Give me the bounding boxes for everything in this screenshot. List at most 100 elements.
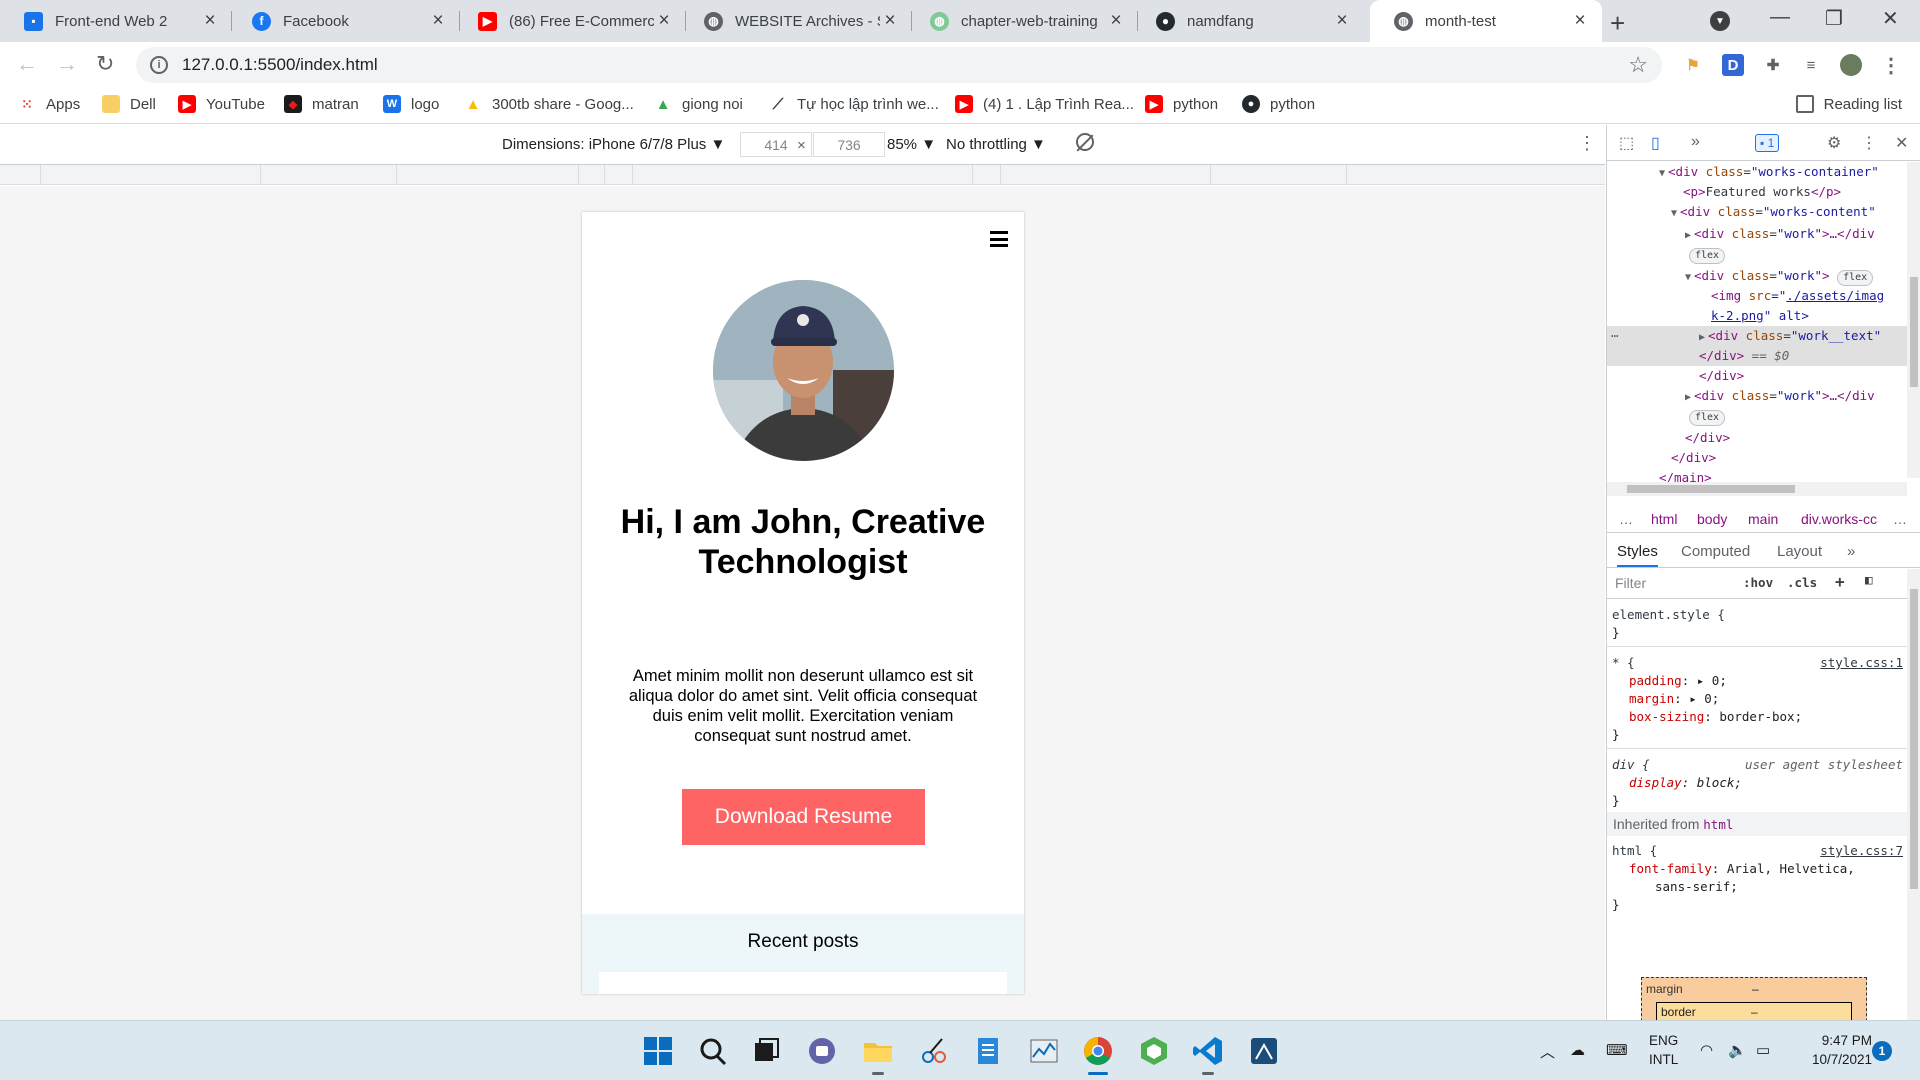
close-icon[interactable]: × — [1570, 10, 1590, 32]
new-tab-button[interactable]: + — [1610, 8, 1625, 39]
bookmark-star-icon[interactable]: ☆ — [1628, 52, 1648, 78]
bookmark-tu-hoc[interactable]: ⟋ Tự học lập trình we... — [769, 95, 939, 113]
forward-icon[interactable]: → — [56, 51, 78, 77]
show-hidden-icons[interactable]: ︿ — [1540, 1041, 1555, 1062]
tab-computed[interactable]: Computed — [1681, 543, 1750, 560]
device-select[interactable]: Dimensions: iPhone 6/7/8 Plus ▼ — [502, 136, 725, 153]
minimize-icon[interactable]: — — [1770, 6, 1790, 29]
rotate-icon[interactable] — [1076, 133, 1094, 151]
toggle-sidebar-icon[interactable]: ◧ — [1865, 572, 1873, 587]
performance-monitor-icon[interactable] — [1028, 1035, 1060, 1067]
tree-node[interactable]: k-2.png" alt> — [1607, 306, 1907, 326]
tab-chapter-web-training[interactable]: ◍ chapter-web-training × — [906, 0, 1138, 42]
css-declaration[interactable]: display: block; — [1607, 774, 1907, 792]
extension-d-icon[interactable]: D — [1722, 54, 1744, 76]
devtools-menu-icon[interactable]: ⋮ — [1861, 133, 1877, 153]
tree-node[interactable]: ▼ <div class="work"> flex — [1607, 266, 1907, 286]
css-declaration[interactable]: margin: ▸ 0; — [1607, 690, 1907, 708]
tab-layout[interactable]: Layout — [1777, 543, 1822, 560]
more-tabs-icon[interactable]: » — [1691, 133, 1700, 151]
tree-node[interactable]: </div> — [1607, 366, 1907, 386]
expand-triangle-icon[interactable]: ▼ — [1671, 208, 1677, 219]
app-cube-icon[interactable] — [1138, 1035, 1170, 1067]
url-text[interactable]: 127.0.0.1:5500/index.html — [182, 55, 378, 75]
scrollbar-thumb[interactable] — [1910, 277, 1918, 387]
tree-node[interactable]: <p>Featured works</p> — [1607, 182, 1907, 202]
tree-node[interactable]: ▶ <div class="work">…</div — [1607, 224, 1907, 244]
styles-filter-input[interactable]: Filter — [1615, 575, 1739, 591]
tree-node[interactable]: </div> — [1607, 448, 1907, 468]
device-more-icon[interactable]: ⋮ — [1578, 133, 1596, 154]
elements-vertical-scrollbar[interactable] — [1907, 162, 1920, 478]
issues-badge[interactable]: ▪ 1 — [1755, 134, 1780, 152]
snipping-tool-icon[interactable] — [918, 1035, 950, 1067]
throttling-select[interactable]: No throttling ▼ — [946, 136, 1046, 153]
back-icon[interactable]: ← — [16, 51, 38, 77]
elements-horizontal-scrollbar[interactable] — [1607, 482, 1907, 496]
download-resume-button[interactable]: Download Resume — [682, 789, 925, 845]
tab-free-ecommerce[interactable]: ▶ (86) Free E-Commerce × — [454, 0, 686, 42]
styles-scrollbar[interactable] — [1907, 569, 1920, 1020]
flex-badge[interactable]: flex — [1689, 248, 1726, 264]
img-src-link[interactable]: k-2.png — [1711, 308, 1764, 323]
app-blue-icon[interactable] — [1248, 1035, 1280, 1067]
device-height-input[interactable]: 736 — [813, 132, 885, 157]
extension-bookmark-icon[interactable]: ⚑ — [1682, 54, 1704, 76]
bookmark-logo[interactable]: W logo — [383, 95, 439, 113]
tree-node[interactable]: ▶ <div class="work">…</div — [1607, 386, 1907, 406]
keyboard-icon[interactable]: ⌨ — [1606, 1041, 1628, 1059]
tab-website-archives[interactable]: ◍ WEBSITE Archives - Sc × — [680, 0, 912, 42]
inspect-element-icon[interactable]: ⬚ — [1619, 133, 1634, 153]
bookmark-giong-noi[interactable]: ▲ giong noi — [654, 95, 743, 113]
source-link[interactable]: style.css:7 — [1820, 842, 1903, 860]
rule-div[interactable]: div { user agent stylesheet — [1607, 756, 1907, 774]
close-icon[interactable]: × — [200, 10, 220, 32]
task-view-icon[interactable] — [750, 1035, 782, 1067]
cls-toggle[interactable]: .cls — [1787, 575, 1817, 590]
tree-node[interactable]: ▼ <div class="works-content" — [1607, 202, 1907, 222]
wifi-icon[interactable]: ◠ — [1700, 1041, 1713, 1059]
rule-element-style[interactable]: element.style { — [1607, 606, 1907, 624]
scrollbar-thumb[interactable] — [1627, 485, 1795, 493]
tree-node[interactable]: <img src="./assets/imag — [1607, 286, 1907, 306]
more-tabs-icon[interactable]: » — [1847, 543, 1855, 560]
bookmark-matran[interactable]: ◆ matran — [284, 95, 359, 113]
collapse-triangle-icon[interactable]: ▶ — [1699, 332, 1705, 343]
close-window-icon[interactable]: ✕ — [1882, 6, 1899, 31]
source-link[interactable]: style.css:1 — [1820, 654, 1903, 672]
bookmark-python-youtube[interactable]: ▶ python — [1145, 95, 1218, 113]
img-src-link[interactable]: ./assets/imag — [1786, 288, 1884, 303]
bookmark-dell[interactable]: Dell — [102, 95, 156, 113]
address-bar[interactable]: i 127.0.0.1:5500/index.html ☆ — [136, 47, 1662, 83]
tab-front-end-web[interactable]: ▪ Front-end Web 2 × — [0, 0, 232, 42]
media-query-bar[interactable] — [0, 165, 1605, 185]
close-icon[interactable]: × — [654, 10, 674, 32]
breadcrumb-html[interactable]: html — [1651, 511, 1677, 527]
bookmark-300tb-share[interactable]: ▲ 300tb share - Goog... — [464, 95, 634, 113]
post-card[interactable] — [599, 972, 1007, 994]
vscode-icon[interactable] — [1192, 1035, 1224, 1075]
start-icon[interactable] — [642, 1035, 674, 1067]
zoom-select[interactable]: 85% ▼ — [887, 136, 936, 153]
tab-search-icon[interactable]: ▼ — [1710, 11, 1730, 31]
volume-icon[interactable]: 🔈 — [1728, 1041, 1747, 1059]
onedrive-icon[interactable]: ☁ — [1570, 1041, 1585, 1059]
restore-icon[interactable]: ❐ — [1825, 6, 1843, 31]
css-declaration[interactable]: padding: ▸ 0; — [1607, 672, 1907, 690]
settings-gear-icon[interactable]: ⚙ — [1827, 133, 1841, 153]
hov-toggle[interactable]: :hov — [1743, 575, 1773, 590]
new-rule-icon[interactable]: + — [1835, 572, 1845, 591]
extensions-puzzle-icon[interactable]: ✚ — [1762, 54, 1784, 76]
device-toggle-icon[interactable]: ▯ — [1651, 133, 1660, 153]
site-info-icon[interactable]: i — [150, 56, 168, 74]
node-actions-icon[interactable]: ⋯ — [1611, 326, 1619, 346]
expand-triangle-icon[interactable]: ▼ — [1685, 272, 1691, 283]
profile-avatar[interactable] — [1840, 54, 1862, 76]
breadcrumb-div[interactable]: div.works-cc — [1801, 511, 1877, 527]
bookmark-apps[interactable]: ⁙ Apps — [18, 95, 80, 113]
file-explorer-icon[interactable] — [862, 1035, 894, 1075]
search-icon[interactable] — [697, 1035, 729, 1067]
tree-node[interactable]: </main> — [1607, 468, 1907, 482]
inherited-tag[interactable]: html — [1703, 817, 1733, 832]
box-model-margin-value[interactable]: – — [1752, 982, 1759, 996]
